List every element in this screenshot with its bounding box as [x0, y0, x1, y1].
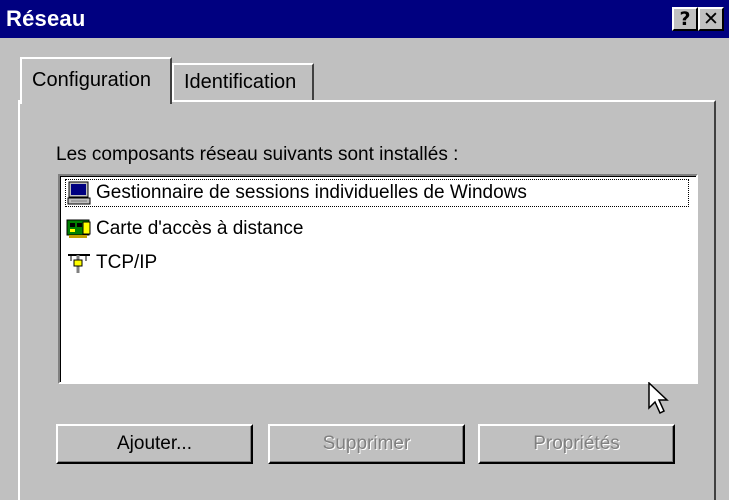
- components-listbox[interactable]: Gestionnaire de sessions individuelles d…: [58, 174, 698, 384]
- list-item-label: TCP/IP: [96, 252, 158, 273]
- add-button-label: Ajouter...: [117, 433, 192, 454]
- remove-button-label: Supprimer: [322, 433, 411, 454]
- remove-button[interactable]: Supprimer: [268, 424, 465, 464]
- help-button[interactable]: ?: [672, 7, 698, 31]
- tab-configuration-label: Configuration: [32, 69, 151, 91]
- window-title: Réseau: [6, 6, 86, 31]
- close-button[interactable]: ✕: [698, 7, 724, 31]
- list-item-session-manager[interactable]: Gestionnaire de sessions individuelles d…: [64, 178, 690, 208]
- list-item-remote-access-adapter[interactable]: Carte d'accès à distance: [64, 214, 303, 244]
- computer-icon: [64, 180, 94, 206]
- protocol-icon: [64, 250, 94, 276]
- network-adapter-icon: [64, 216, 94, 242]
- properties-button-label: Propriétés: [533, 433, 620, 454]
- configuration-panel: Les composants réseau suivants sont inst…: [18, 100, 716, 500]
- tab-configuration[interactable]: Configuration: [20, 57, 172, 104]
- tab-identification-label: Identification: [184, 71, 297, 93]
- list-item-tcpip[interactable]: TCP/IP: [64, 248, 157, 278]
- title-bar[interactable]: Réseau ? ✕: [0, 0, 729, 38]
- list-item-label: Gestionnaire de sessions individuelles d…: [96, 182, 527, 203]
- components-label: Les composants réseau suivants sont inst…: [56, 144, 459, 165]
- help-icon: ?: [679, 8, 691, 30]
- properties-button[interactable]: Propriétés: [478, 424, 675, 464]
- list-item-label: Carte d'accès à distance: [96, 218, 304, 239]
- tab-identification[interactable]: Identification: [172, 63, 314, 101]
- add-button[interactable]: Ajouter...: [56, 424, 253, 464]
- close-icon: ✕: [703, 8, 719, 30]
- mouse-pointer-icon: [648, 381, 670, 421]
